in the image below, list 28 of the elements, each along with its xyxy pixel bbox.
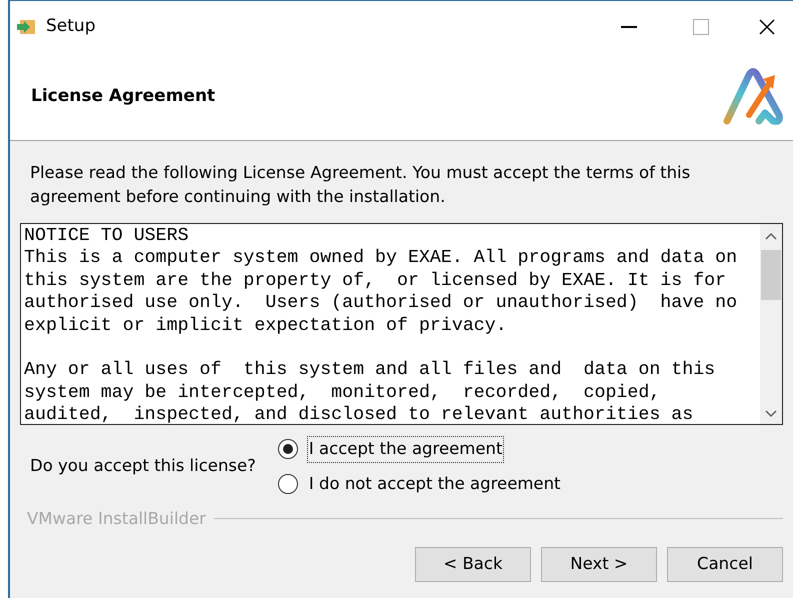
- license-line: authorised use only. Users (authorised or unauthorised) have no: [24, 292, 738, 315]
- license-line: this system are the property of, or licensed by EXAE. It is for: [24, 270, 728, 292]
- scroll-up-icon[interactable]: [765, 232, 777, 240]
- window-title: Setup: [46, 15, 96, 38]
- radio-button[interactable]: [278, 474, 298, 494]
- dialog-button[interactable]: Cancel: [667, 547, 783, 582]
- license-line: explicit or implicit expectation of privacy.: [24, 314, 508, 338]
- license-line: audited, inspected, and disclosed to relevant authorities as: [24, 404, 694, 424]
- brand-label: VMware InstallBuilder: [27, 508, 206, 530]
- maximize-icon: [693, 19, 709, 35]
- license-line: This is a computer system owned by EXAE. All programs and data on: [24, 247, 738, 270]
- dialog-button[interactable]: < Back: [415, 547, 531, 582]
- scrollbar[interactable]: [760, 224, 782, 424]
- question-label: Do you accept this license?: [30, 455, 256, 478]
- radio-button[interactable]: [278, 439, 298, 460]
- app-icon: [16, 18, 36, 36]
- license-line: Any or all uses of this system and all files and data on this: [24, 359, 716, 382]
- license-line: NOTICE TO USERS: [24, 225, 190, 248]
- dialog-button[interactable]: Next >: [541, 547, 657, 582]
- page-heading: License Agreement: [31, 84, 216, 108]
- scrollbar-thumb[interactable]: [761, 250, 781, 300]
- minimize-icon: [621, 26, 637, 28]
- intro-text: Please read the following License Agreement. You must accept the terms of this agreement before continuing with the installation.: [30, 162, 692, 208]
- close-icon: [759, 19, 775, 35]
- scroll-down-icon[interactable]: [765, 410, 777, 418]
- radio-option[interactable]: I do not accept the agreement: [278, 472, 562, 496]
- license-line: system may be intercepted, monitored, recorded, copied,: [24, 382, 662, 404]
- radio-option[interactable]: I accept the agreement: [278, 437, 562, 462]
